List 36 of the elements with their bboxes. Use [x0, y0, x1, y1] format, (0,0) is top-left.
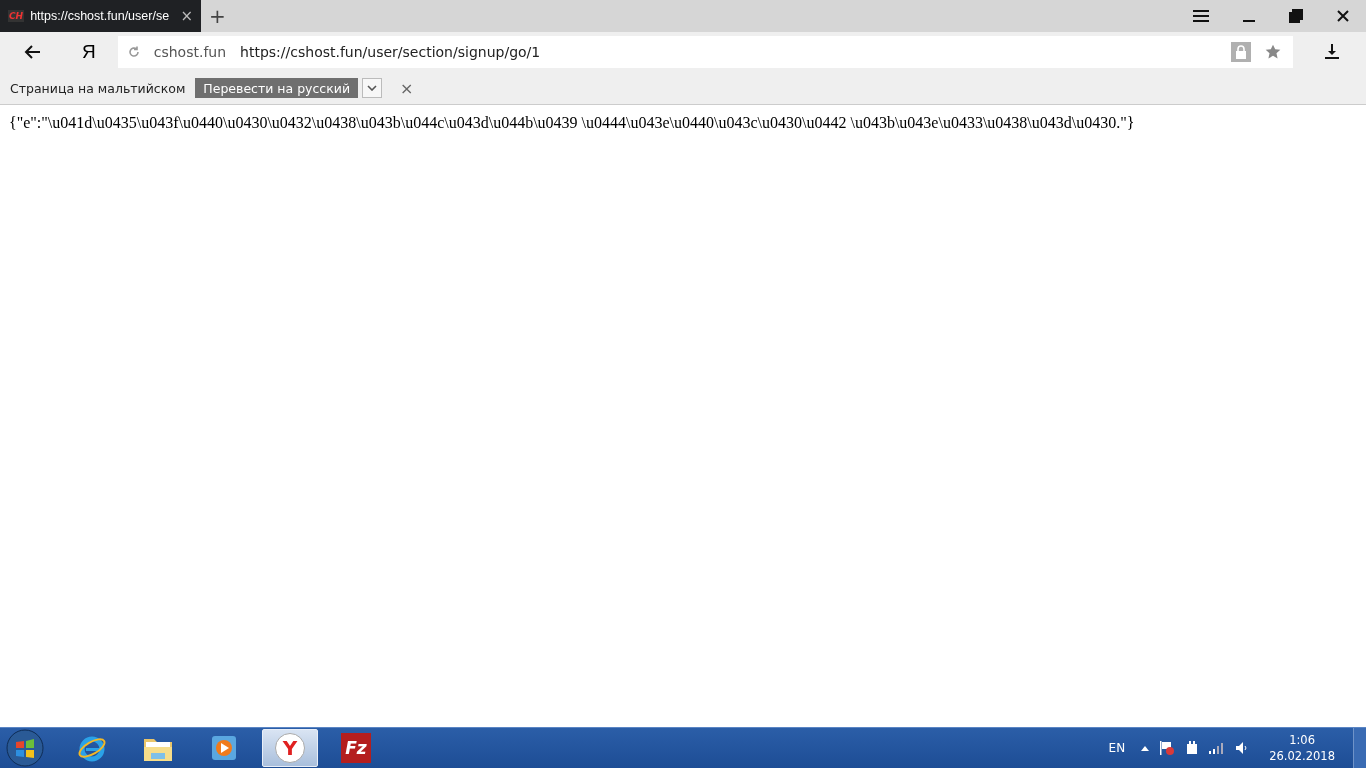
new-tab-button[interactable]: +	[209, 4, 226, 28]
menu-icon[interactable]	[1193, 10, 1209, 22]
site-favicon: CH	[8, 10, 25, 22]
back-arrow-icon[interactable]	[24, 45, 40, 59]
chevron-down-icon	[367, 85, 378, 91]
close-icon[interactable]	[1337, 10, 1349, 22]
taskbar-button[interactable]: Fz	[328, 729, 384, 767]
clock-date[interactable]: 26.02.2018	[1269, 749, 1335, 763]
speaker-icon[interactable]	[1235, 741, 1250, 755]
power-plug-icon[interactable]	[1185, 740, 1200, 756]
json-response-text: {"e":"\u041d\u0435\u043f\u0440\u0430\u0432\u0438\u043b\u044c\u043d\u044b\u0439 \u0444\u043e\u0440\u043c\u0430\u0442 \u043b\u043e\u0433\u0438\u043d\u0430."}	[9, 114, 1136, 132]
tab-title: https://cshost.fun/user/se	[30, 9, 171, 23]
media-player-icon	[211, 735, 237, 761]
translate-options-button[interactable]	[362, 78, 383, 98]
yandex-browser-icon: Y	[275, 733, 305, 763]
translate-message: Страница на мальтийском	[10, 80, 186, 96]
restore-icon[interactable]	[1289, 9, 1303, 23]
filezilla-icon: Fz	[341, 733, 371, 763]
translate-button[interactable]: Перевести на русский	[195, 78, 359, 98]
signal-icon[interactable]	[1209, 742, 1226, 754]
browser-tab[interactable]: CH https://cshost.fun/user/se ×	[0, 0, 201, 32]
reload-icon[interactable]	[127, 46, 140, 58]
translate-close-button[interactable]: ×	[400, 78, 414, 98]
start-button[interactable]	[6, 729, 44, 767]
taskbar-button[interactable]: Y	[262, 729, 318, 767]
yandex-button[interactable]: Я	[82, 41, 96, 63]
star-icon[interactable]	[1264, 44, 1281, 60]
url-text: https://cshost.fun/user/section/signup/go/1	[240, 44, 541, 60]
language-indicator[interactable]: EN	[1108, 741, 1126, 755]
clock-time[interactable]: 1:06	[1289, 733, 1315, 747]
site-domain: cshost.fun	[153, 44, 227, 60]
flag-error-icon[interactable]	[1159, 740, 1176, 756]
download-icon[interactable]	[1324, 44, 1339, 60]
tab-close-button[interactable]: ×	[180, 7, 193, 25]
address-bar[interactable]: cshost.fun https://cshost.fun/user/section/signup/go/1	[117, 36, 1293, 68]
show-hidden-icons-icon[interactable]	[1141, 745, 1150, 751]
